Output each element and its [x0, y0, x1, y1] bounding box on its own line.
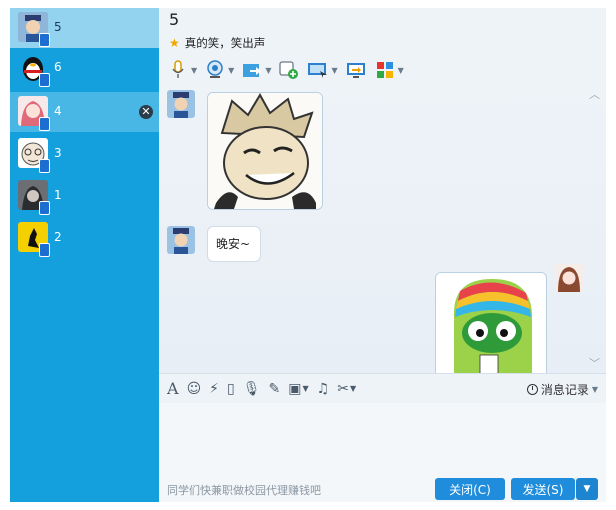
mobile-icon: [39, 117, 50, 131]
contact-name: 3: [54, 146, 62, 160]
contact-name: 5: [54, 20, 62, 34]
history-label: 消息记录: [540, 383, 589, 397]
add-app-icon: [278, 59, 300, 81]
close-button[interactable]: 关闭(C): [435, 478, 505, 500]
chevron-down-icon[interactable]: ▼: [331, 66, 337, 75]
input-toolbar: A ☺ ⚡ ▯ 🎙 ✎ ▣ ▼ ♫ ✂ ▼ 消息记录 ▼: [159, 373, 606, 403]
chevron-down-icon[interactable]: ▼: [191, 66, 197, 75]
sender-avatar[interactable]: [167, 226, 195, 254]
image-message[interactable]: [435, 272, 547, 373]
chevron-down-icon: ▼: [591, 385, 598, 394]
music-icon[interactable]: ♫: [317, 381, 330, 397]
contact-item-3[interactable]: 3: [10, 134, 159, 174]
chat-title: 5: [169, 10, 180, 29]
contact-sidebar: 5 6 4 ✕ 3 1 2: [10, 8, 159, 502]
microphone-button[interactable]: ▼: [167, 59, 197, 81]
chevron-down-icon[interactable]: ▼: [228, 66, 234, 75]
contact-item-6[interactable]: 6: [10, 48, 159, 88]
voice-msg-icon[interactable]: ▯: [227, 381, 235, 397]
anime-grin-sticker: [208, 93, 322, 209]
message-area[interactable]: ︿ 晚安~ ﹀: [159, 86, 606, 373]
remote-assist-button[interactable]: [345, 59, 367, 81]
self-avatar[interactable]: [555, 264, 583, 292]
contact-item-1[interactable]: 1: [10, 176, 159, 216]
send-options-button[interactable]: ▼: [576, 478, 598, 500]
scroll-down-icon[interactable]: ﹀: [589, 355, 600, 371]
signature-row: ★ 真的笑，笑出声: [169, 35, 265, 51]
ad-link[interactable]: 同学们快兼职做校园代理赚钱吧: [167, 482, 321, 498]
chevron-down-icon[interactable]: ▼: [265, 66, 271, 75]
mic-icon[interactable]: 🎙: [243, 381, 261, 397]
contact-name: 2: [54, 230, 62, 244]
mobile-icon: [39, 201, 50, 215]
scroll-up-icon[interactable]: ︿: [589, 86, 600, 102]
contact-name: 1: [54, 188, 62, 202]
apps-grid-button[interactable]: ▼: [374, 59, 404, 81]
star-icon: ★: [169, 36, 180, 50]
screen-share-icon: [307, 59, 329, 81]
contact-name: 4: [54, 104, 62, 118]
signature-text: 真的笑，笑出声: [184, 36, 266, 50]
chat-toolbar: ▼ ▼ ▼ ▼ ▼: [167, 58, 411, 82]
mobile-icon: [39, 73, 50, 87]
colorful-bird-sticker: [436, 273, 546, 373]
microphone-icon: [167, 59, 189, 81]
chat-window: 5 6 4 ✕ 3 1 2 5 ★ 真的笑，笑出声 ▼ ▼ ▼ ▼ ▼ ︿ 晚安…: [10, 8, 606, 502]
image-icon[interactable]: ▣ ▼: [288, 381, 308, 397]
contact-item-4[interactable]: 4 ✕: [10, 92, 159, 132]
webcam-button[interactable]: ▼: [204, 59, 234, 81]
mobile-icon: [39, 243, 50, 257]
chevron-down-icon[interactable]: ▼: [398, 66, 404, 75]
font-icon[interactable]: A: [167, 379, 179, 398]
sender-avatar[interactable]: [167, 90, 195, 118]
clock-icon: [526, 384, 538, 395]
remote-assist-icon: [345, 59, 367, 81]
image-message[interactable]: [207, 92, 323, 210]
send-button[interactable]: 发送(S): [511, 478, 575, 500]
file-transfer-icon: [241, 59, 263, 81]
message-input[interactable]: 同学们快兼职做校园代理赚钱吧 关闭(C) 发送(S) ▼: [159, 403, 606, 502]
message-text: 晚安~: [216, 237, 251, 251]
screenshot-icon[interactable]: ✎: [269, 381, 281, 397]
chat-panel: 5 ★ 真的笑，笑出声 ▼ ▼ ▼ ▼ ▼ ︿ 晚安~ ﹀ A ☺ ⚡ ▯ 🎙 …: [159, 8, 606, 502]
file-transfer-button[interactable]: ▼: [241, 59, 271, 81]
add-app-button[interactable]: [278, 59, 300, 81]
chevron-down-icon: ▼: [583, 484, 591, 494]
history-button[interactable]: 消息记录 ▼: [526, 381, 598, 398]
screen-share-button[interactable]: ▼: [307, 59, 338, 81]
emoji-icon[interactable]: ☺: [187, 381, 202, 397]
contact-name: 6: [54, 60, 62, 74]
contact-item-5[interactable]: 5: [10, 8, 159, 48]
shake-icon[interactable]: ⚡: [209, 381, 219, 397]
close-icon[interactable]: ✕: [139, 105, 153, 119]
mobile-icon: [39, 33, 50, 47]
webcam-icon: [204, 59, 226, 81]
apps-grid-icon: [374, 59, 396, 81]
mobile-icon: [39, 159, 50, 173]
contact-item-2[interactable]: 2: [10, 218, 159, 258]
scissors-icon[interactable]: ✂ ▼: [337, 381, 356, 397]
